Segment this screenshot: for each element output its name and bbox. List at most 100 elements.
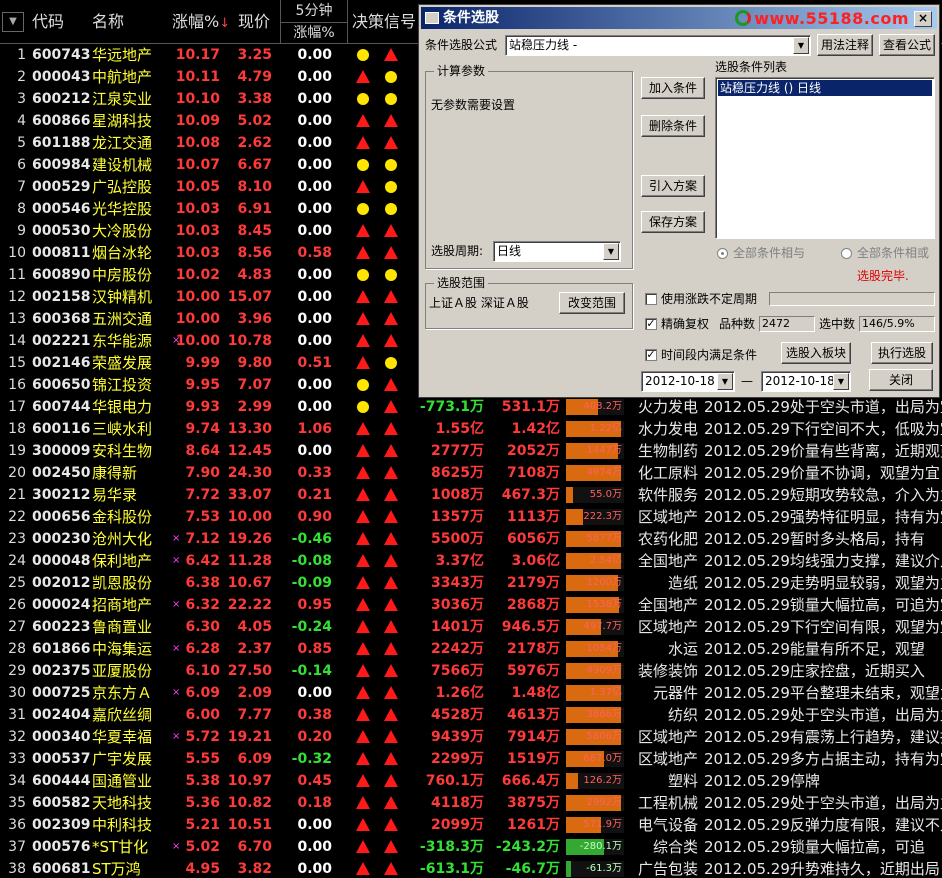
close-button[interactable]: 关闭 bbox=[869, 369, 933, 391]
radio-all-or[interactable] bbox=[841, 248, 852, 259]
signal-2-triangle-icon bbox=[384, 576, 398, 590]
table-row[interactable]: 28 601866 中海集运 × 6.28 2.37 0.85 2242万 2178万 1054万… bbox=[0, 638, 942, 660]
formula-select[interactable]: 站稳压力线 - ▼ bbox=[505, 35, 811, 56]
net-flow: 8625万 bbox=[431, 465, 484, 481]
table-row[interactable]: 24 000048 保利地产 × 6.42 11.28 -0.08 3.37亿 3.06亿 2.5… bbox=[0, 550, 942, 572]
stock-code: 600223 bbox=[32, 619, 91, 635]
radio-all-or-label: 全部条件相或 bbox=[857, 246, 930, 260]
signal-1-triangle-icon bbox=[356, 224, 370, 238]
main-flow: 7108万 bbox=[507, 465, 560, 481]
flow-bar: 4909万 bbox=[566, 663, 624, 679]
table-row[interactable]: 26 000024 招商地产 × 6.32 22.22 0.95 3036万 2868万 1538… bbox=[0, 594, 942, 616]
close-icon[interactable]: × bbox=[914, 11, 932, 27]
industry: 塑料 bbox=[667, 772, 698, 790]
industry: 元器件 bbox=[652, 684, 698, 702]
table-row[interactable]: 19 300009 安科生物 8.64 12.45 0.00 2777万 2052万 1447万… bbox=[0, 440, 942, 462]
col-5min-header[interactable]: 5分钟 涨幅% bbox=[280, 0, 348, 44]
table-row[interactable]: 33 000537 广宇发展 5.55 6.09 -0.32 2299万 1519万 667.0… bbox=[0, 748, 942, 770]
col-signal-header[interactable]: 决策信号 bbox=[352, 0, 416, 44]
flow-bar: -280.1万 bbox=[566, 839, 624, 855]
sort-menu-button[interactable]: ▼ bbox=[2, 12, 24, 32]
col-name-header[interactable]: 名称 bbox=[92, 0, 124, 44]
flow-bar-value: 222.3万 bbox=[583, 511, 622, 522]
table-row[interactable]: 23 000230 沧州大化 × 7.12 19.26 -0.46 5500万 6056万 587… bbox=[0, 528, 942, 550]
signal-1-dot-icon bbox=[356, 48, 370, 62]
stock-code: 000043 bbox=[32, 69, 91, 85]
five-min-change: 0.00 bbox=[297, 685, 332, 701]
radio-all-and[interactable] bbox=[717, 248, 728, 259]
table-row[interactable]: 18 600116 三峡水利 9.74 13.30 1.06 1.55亿 1.42亿 1.22亿… bbox=[0, 418, 942, 440]
chevron-down-icon[interactable]: ▼ bbox=[603, 243, 619, 260]
signal-1-triangle-icon bbox=[356, 686, 370, 700]
current-price: 10.00 bbox=[227, 509, 272, 525]
chevron-down-icon[interactable]: ▼ bbox=[717, 373, 733, 390]
row-number: 17 bbox=[8, 399, 26, 415]
flow-bar-value: 408.2万 bbox=[583, 401, 622, 412]
table-row[interactable]: 34 600444 国通管业 5.38 10.97 0.45 760.1万 666.4万 126… bbox=[0, 770, 942, 792]
change-range-button[interactable]: 改变范围 bbox=[559, 292, 625, 314]
table-row[interactable]: 25 002012 凯恩股份 6.38 10.67 -0.09 3343万 2179万 1200… bbox=[0, 572, 942, 594]
to-board-button[interactable]: 选股入板块 bbox=[781, 342, 851, 364]
import-scheme-button[interactable]: 引入方案 bbox=[641, 175, 705, 197]
condition-list-item[interactable]: 站稳压力线 () 日线 bbox=[718, 80, 932, 96]
period-select[interactable]: 日线 ▼ bbox=[493, 241, 621, 262]
table-row[interactable]: 37 000576 *ST甘化 × 5.02 6.70 0.00 -318.3万 -243.2万… bbox=[0, 836, 942, 858]
chk-uncertain-period[interactable] bbox=[645, 293, 657, 305]
table-row[interactable]: 32 000340 华夏幸福 × 5.72 19.21 0.20 9439万 7914万 5806… bbox=[0, 726, 942, 748]
params-text: 无参数需要设置 bbox=[431, 98, 516, 112]
change-pct: 10.00 bbox=[175, 333, 220, 349]
table-row[interactable]: 35 600582 天地科技 5.36 10.82 0.18 4118万 3875万 2992万… bbox=[0, 792, 942, 814]
stock-code: 600866 bbox=[32, 113, 91, 129]
table-row[interactable]: 22 000656 金科股份 7.53 10.00 0.90 1357万 1113万 222.3… bbox=[0, 506, 942, 528]
usage-notes-button[interactable]: 用法注释 bbox=[817, 34, 873, 56]
main-flow: 7914万 bbox=[507, 729, 560, 745]
chk-time-range[interactable]: ✓ bbox=[645, 349, 657, 361]
flow-bar-value: 1.22亿 bbox=[589, 423, 622, 434]
comment: 2012.05.29暂时多头格局，持有 bbox=[704, 530, 925, 548]
comment: 2012.05.29价量有些背离，近期观望 bbox=[704, 442, 942, 460]
stock-name: 嘉欣丝绸 bbox=[92, 706, 153, 724]
current-price: 5.02 bbox=[237, 113, 272, 129]
col-code-header[interactable]: 代码 bbox=[32, 0, 64, 44]
table-row[interactable]: 29 002375 亚厦股份 6.10 27.50 -0.14 7566万 5976万 4909… bbox=[0, 660, 942, 682]
site-logo: www.55188.com bbox=[735, 10, 909, 28]
table-row[interactable]: 38 600681 ST万鸿 4.95 3.82 0.00 -613.1万 -46.7万 -61… bbox=[0, 858, 942, 878]
table-row[interactable]: 21 300212 易华录 7.72 33.07 0.21 1008万 467.3万 55.0万… bbox=[0, 484, 942, 506]
main-flow: 1.42亿 bbox=[511, 421, 560, 437]
table-row[interactable]: 17 600744 华银电力 9.93 2.99 0.00 -773.1万 531.1万 408… bbox=[0, 396, 942, 418]
chevron-down-icon[interactable]: ▼ bbox=[833, 373, 849, 390]
change-pct: 5.72 bbox=[185, 729, 220, 745]
table-row[interactable]: 20 002450 康得新 7.90 24.30 0.33 8625万 7108万 4974万 化… bbox=[0, 462, 942, 484]
chevron-down-icon[interactable]: ▼ bbox=[793, 37, 809, 54]
dialog-titlebar[interactable]: 条件选股 www.55188.com × bbox=[421, 7, 937, 29]
signal-2-triangle-icon bbox=[384, 796, 398, 810]
col-price-header[interactable]: 现价 bbox=[238, 0, 270, 44]
add-condition-button[interactable]: 加入条件 bbox=[641, 77, 705, 99]
industry: 广告包装 bbox=[637, 860, 698, 878]
view-formula-button[interactable]: 查看公式 bbox=[879, 34, 935, 56]
condition-list[interactable]: 站稳压力线 () 日线 bbox=[715, 77, 935, 239]
table-row[interactable]: 27 600223 鲁商置业 6.30 4.05 -0.24 1401万 946.5万 497.… bbox=[0, 616, 942, 638]
table-row[interactable]: 36 002309 中利科技 5.21 10.51 0.00 2099万 1261万 571.9… bbox=[0, 814, 942, 836]
comment: 2012.05.29走势明显较弱，观望为主 bbox=[704, 574, 942, 592]
sort-desc-icon: ↓ bbox=[219, 16, 231, 31]
row-number: 10 bbox=[8, 245, 26, 261]
date-to-picker[interactable]: 2012-10-18 ▼ bbox=[761, 371, 851, 392]
five-min-change: 0.00 bbox=[297, 861, 332, 877]
execute-button[interactable]: 执行选股 bbox=[871, 342, 933, 364]
main-flow: 6056万 bbox=[507, 531, 560, 547]
signal-1-triangle-icon bbox=[356, 708, 370, 722]
chk-exact-rights[interactable]: ✓ bbox=[645, 318, 657, 330]
date-from-picker[interactable]: 2012-10-18 ▼ bbox=[641, 371, 735, 392]
table-row[interactable]: 30 000725 京东方Ａ × 6.09 2.09 0.00 1.26亿 1.48亿 1.37亿… bbox=[0, 682, 942, 704]
delete-condition-button[interactable]: 删除条件 bbox=[641, 115, 705, 137]
col-change-header[interactable]: 涨幅%↓ bbox=[172, 0, 230, 46]
five-min-change: 0.00 bbox=[297, 201, 332, 217]
table-row[interactable]: 31 002404 嘉欣丝绸 6.00 7.77 0.38 4528万 4613万 3866万 纺… bbox=[0, 704, 942, 726]
net-flow: -613.1万 bbox=[419, 861, 484, 877]
signal-2-triangle-icon bbox=[384, 48, 398, 62]
signal-2-triangle-icon bbox=[384, 136, 398, 150]
stock-code: 000529 bbox=[32, 179, 91, 195]
save-scheme-button[interactable]: 保存方案 bbox=[641, 211, 705, 233]
row-number: 21 bbox=[8, 487, 26, 503]
